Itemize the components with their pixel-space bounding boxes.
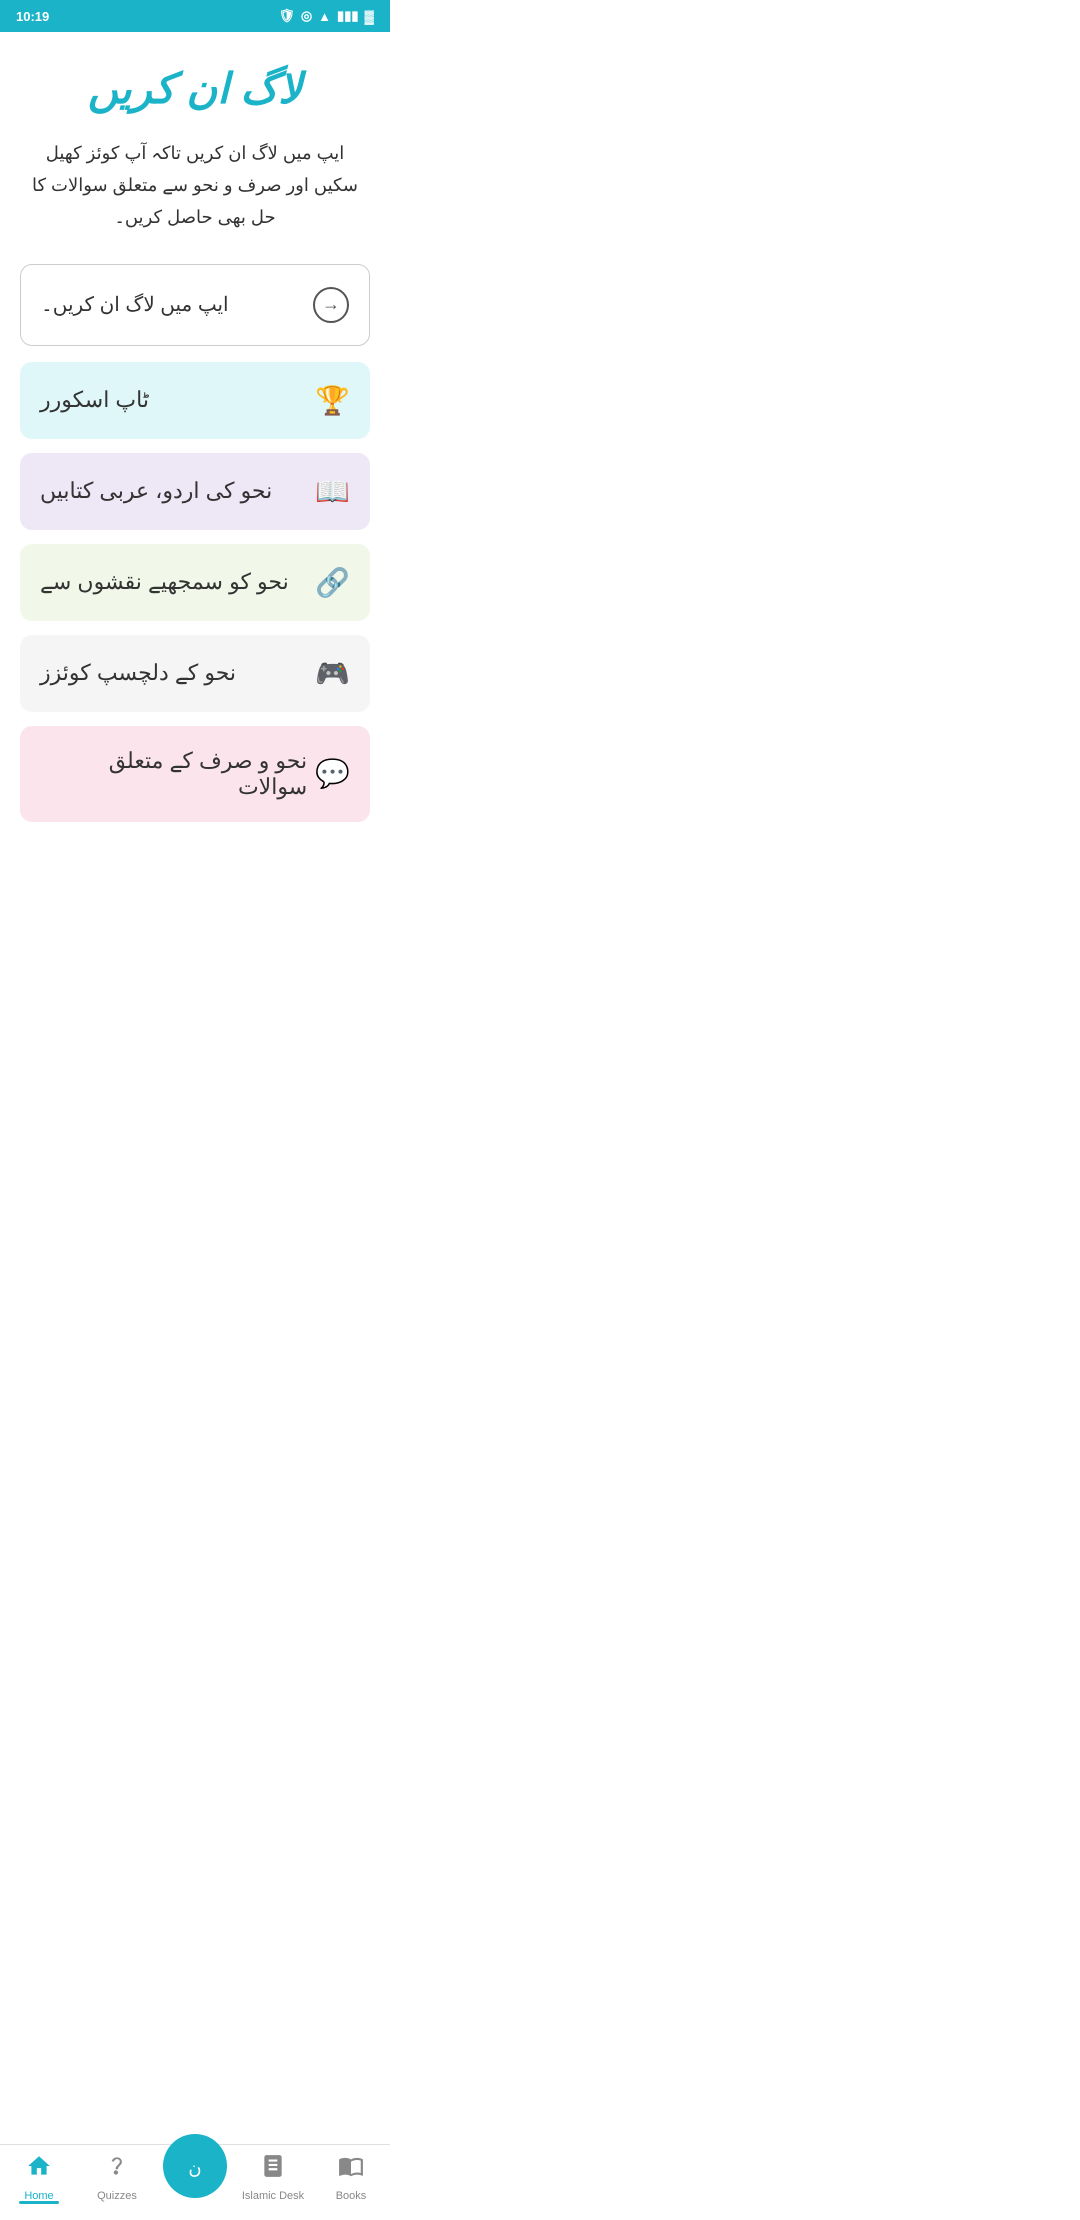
svg-text:ن: ن [188, 2158, 201, 2178]
nav-item-islamic-desk[interactable]: Islamic Desk [234, 2153, 312, 2204]
books-card[interactable]: 📖 نحو کی اردو، عربی کتابیں [20, 453, 370, 530]
chat-icon: 💬 [315, 757, 350, 790]
status-time: 10:19 [16, 9, 49, 24]
book-icon: 📖 [315, 475, 350, 508]
status-bar: 10:19 🛡 ◎ ▲ ▮▮▮ ▓ [0, 0, 390, 32]
quiz-nav-icon [104, 2153, 130, 2186]
page-description: ایپ میں لاگ ان کریں تاکہ آپ کوئز کھیل سک… [20, 137, 370, 234]
login-button[interactable]: → ایپ میں لاگ ان کریں۔ [20, 264, 370, 346]
questions-card[interactable]: 💬 نحو و صرف کے متعلق سوالات [20, 726, 370, 822]
diagrams-label: نحو کو سمجھیے نقشوں سے [40, 569, 289, 595]
arrow-icon: → [313, 287, 349, 323]
books-nav-icon [338, 2153, 364, 2186]
bottom-nav: Home Quizzes ن Islamic Desk [0, 2144, 390, 2220]
battery-icon: ▓ [365, 9, 374, 24]
top-scorers-label: ٹاپ اسکورر [40, 387, 149, 413]
home-icon [26, 2153, 52, 2186]
books-nav-label: Books [336, 2190, 367, 2202]
questions-label: نحو و صرف کے متعلق سوالات [40, 748, 307, 800]
nav-item-quizzes[interactable]: Quizzes [78, 2153, 156, 2204]
nav-item-home[interactable]: Home [0, 2153, 78, 2204]
face-id-icon: ◎ [301, 8, 312, 24]
page-title: لاگ ان کریں [20, 62, 370, 117]
feature-cards: 🏆 ٹاپ اسکورر 📖 نحو کی اردو، عربی کتابیں … [20, 362, 370, 822]
quizzes-card[interactable]: 🎮 نحو کے دلچسپ کوئزز [20, 635, 370, 712]
diagram-icon: 🔗 [315, 566, 350, 599]
center-logo-circle: ن [163, 2134, 227, 2198]
books-label: نحو کی اردو، عربی کتابیں [40, 478, 272, 504]
islamic-desk-icon [260, 2153, 286, 2186]
quiz-icon: 🎮 [315, 657, 350, 690]
trophy-icon: 🏆 [315, 384, 350, 417]
nav-item-center[interactable]: ن [156, 2134, 234, 2204]
nav-item-books[interactable]: Books [312, 2153, 390, 2204]
status-icons: 🛡 ◎ ▲ ▮▮▮ ▓ [278, 8, 374, 24]
main-content: لاگ ان کریں ایپ میں لاگ ان کریں تاکہ آپ … [0, 32, 390, 936]
diagrams-card[interactable]: 🔗 نحو کو سمجھیے نقشوں سے [20, 544, 370, 621]
quizzes-nav-label: Quizzes [97, 2190, 137, 2202]
top-scorers-card[interactable]: 🏆 ٹاپ اسکورر [20, 362, 370, 439]
signal-icon: ▮▮▮ [337, 8, 358, 24]
login-button-label: ایپ میں لاگ ان کریں۔ [41, 292, 229, 317]
wifi-icon: ▲ [318, 9, 331, 24]
quizzes-label: نحو کے دلچسپ کوئزز [40, 660, 236, 686]
islamic-desk-label: Islamic Desk [242, 2190, 304, 2202]
shield-icon: 🛡 [278, 8, 295, 24]
